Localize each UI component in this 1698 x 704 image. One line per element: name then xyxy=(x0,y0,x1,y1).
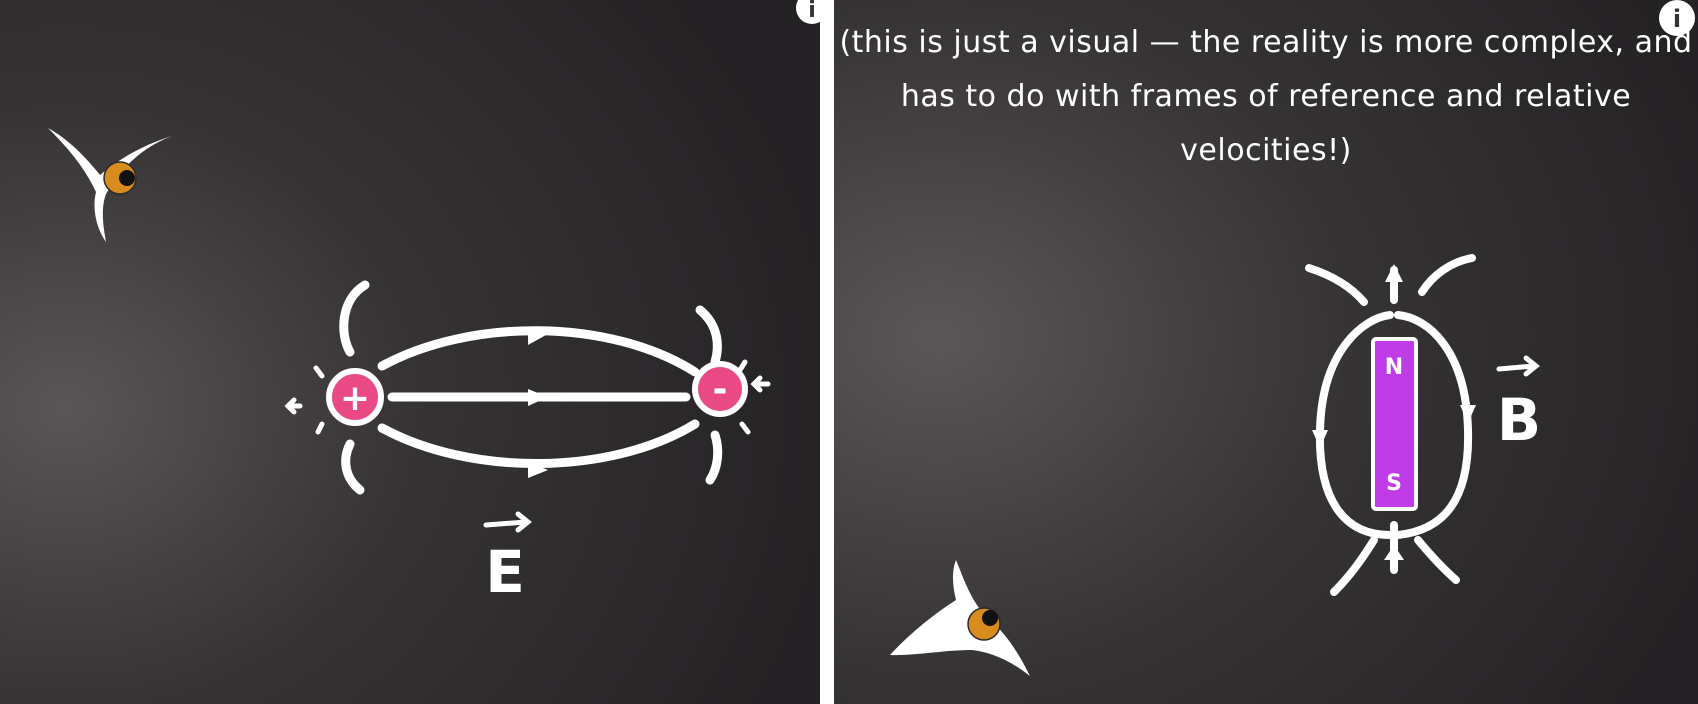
magnet-north-label: N xyxy=(1385,355,1403,380)
positive-charge: + xyxy=(326,368,384,426)
caption-line-2: has to do with frames of reference and r… xyxy=(900,79,1632,168)
bar-magnet: N S xyxy=(1371,337,1418,511)
magnetic-field-panel: N S B i (this is just a visual — the rea… xyxy=(834,0,1698,704)
magnet-south-label: S xyxy=(1386,471,1402,496)
electric-field-drawing: + - E i xyxy=(0,0,820,704)
caption-line-1: (this is just a visual — the reality is … xyxy=(839,25,1693,60)
electric-field-symbol: E xyxy=(485,538,525,606)
electric-field-panel: + - E i xyxy=(0,0,820,704)
screenshot-stage: + - E i N S B i (this is just a visual —… xyxy=(0,0,1698,704)
positive-charge-symbol: + xyxy=(340,378,370,419)
negative-charge-symbol: - xyxy=(713,369,728,410)
info-icon-glyph: i xyxy=(808,0,816,23)
magnetic-field-symbol: B xyxy=(1497,386,1541,454)
negative-charge: - xyxy=(692,361,748,417)
